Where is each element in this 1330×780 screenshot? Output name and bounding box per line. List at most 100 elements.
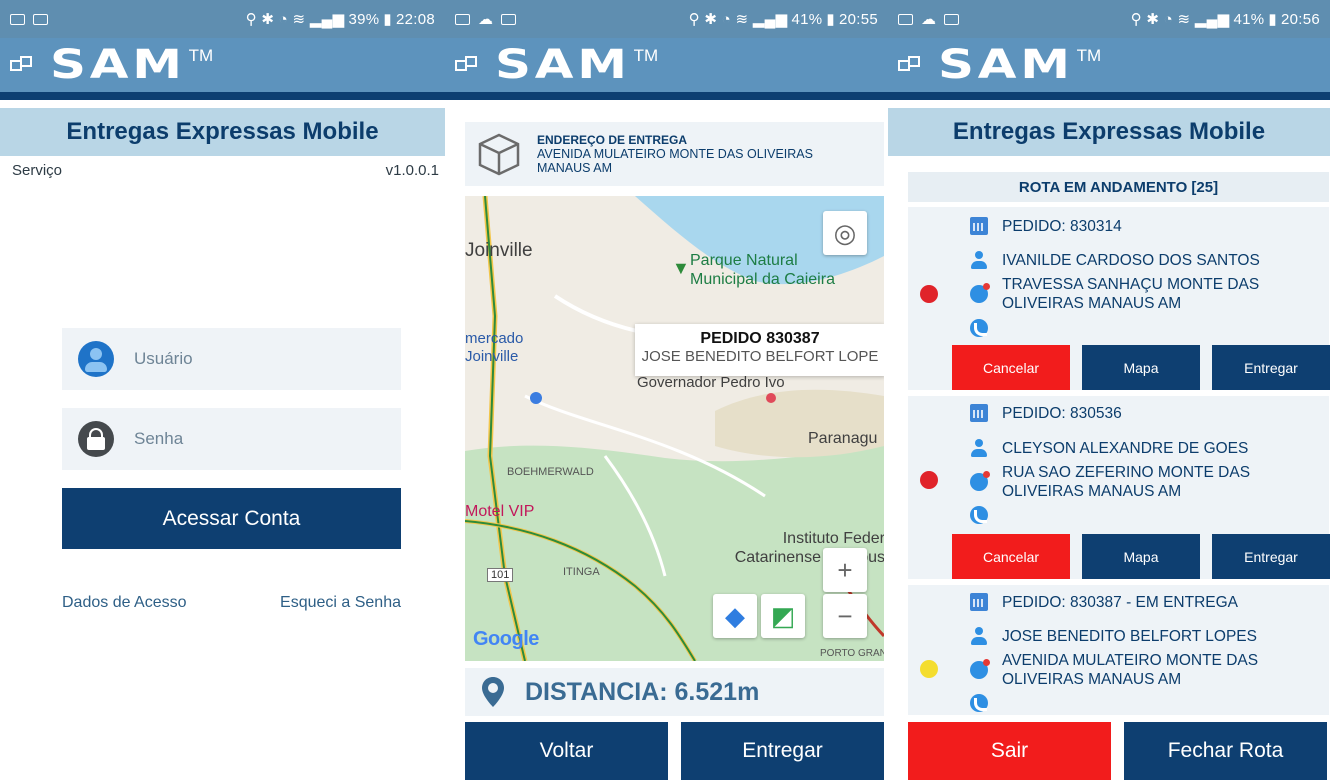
battery-level: 41% [791,10,823,28]
cloud-icon: ☁ [478,11,493,28]
calendar-icon [970,217,988,235]
brand-tm: TM [1076,46,1102,65]
map-label-paranagua: Paranagu [808,430,878,447]
battery-level: 39% [348,10,380,28]
google-logo: Google [473,628,539,650]
cloud-icon: ☁ [921,11,936,28]
logo-icon [455,56,481,74]
battery-level: 41% [1233,10,1265,28]
order-address: RUA SAO ZEFERINO MONTE DAS OLIVEIRAS MAN… [1002,464,1251,500]
order-number: PEDIDO: 830536 [1002,405,1122,422]
service-label: Serviço [12,162,63,179]
cancel-button[interactable]: Cancelar [952,534,1070,579]
gallery-icon [898,13,913,25]
deliver-button[interactable]: Entregar [1212,345,1330,390]
location-globe-icon [970,283,990,303]
brand-name: SAM [495,42,631,88]
address-title: ENDEREÇO DE ENTREGA [537,132,688,147]
road-shield: 101 [487,568,514,582]
close-route-button[interactable]: Fechar Rota [1124,722,1327,780]
distance-bar: DISTANCIA: 6.521m [465,668,884,716]
map-label-itinga: ITINGA [563,566,600,578]
status-dot [920,660,938,678]
version-label: v1.0.0.1 [385,162,439,179]
login-screen: ⚲ ✱ ◔ ≋ ▂▄▆ 39% ▮ 22:08 SAM TM Entregas … [0,0,445,780]
back-button[interactable]: Voltar [465,722,668,780]
clock: 20:56 [1280,10,1320,28]
logo-icon [10,56,36,74]
signal-icons: ⚲ ✱ ◔ ≋ ▂▄▆ [245,11,345,28]
info-window-subtitle: JOSE BENEDITO BELFORT LOPE [641,348,879,365]
phone-icon[interactable] [970,506,988,524]
password-field[interactable]: Senha [62,408,401,470]
order-address: AVENIDA MULATEIRO MONTE DAS OLIVEIRAS MA… [1002,652,1259,688]
map-label-porto: PORTO GRAN [820,648,884,659]
calendar-icon [970,593,988,611]
map-label-park: Parque Natural Municipal da Caieira [690,252,835,288]
username-field[interactable]: Usuário [62,328,401,390]
deliver-button[interactable]: Entregar [681,722,884,780]
gallery-icon [455,13,470,25]
phone-icon[interactable] [970,319,988,337]
map-view[interactable]: Joinville Parque Natural Municipal da Ca… [465,196,884,661]
location-pin-icon [482,677,504,707]
order-number: PEDIDO: 830314 [1002,218,1122,235]
service-line: Serviço v1.0.0.1 [12,162,439,179]
app-header: SAM TM [888,38,1330,100]
user-icon [78,341,114,377]
my-location-button[interactable]: ◎ [823,211,867,255]
person-icon [970,251,988,269]
distance-text: DISTANCIA: 6.521m [525,677,760,706]
map-label-joinville: Joinville [465,240,533,261]
customer-name: JOSE BENEDITO BELFORT LOPES [1002,628,1257,645]
exit-button[interactable]: Sair [908,722,1111,780]
status-dot [920,471,938,489]
page-title: Entregas Expressas Mobile [0,108,445,156]
deliver-button[interactable]: Entregar [1212,534,1330,579]
cancel-button[interactable]: Cancelar [952,345,1070,390]
gallery-icon [944,13,959,25]
signal-icons: ⚲ ✱ ◔ ≋ ▂▄▆ [1130,11,1230,28]
phone-icon[interactable] [970,694,988,712]
route-header: ROTA EM ANDAMENTO [25] [908,172,1329,202]
order-address: TRAVESSA SANHAÇU MONTE DAS OLIVEIRAS MAN… [1002,276,1260,312]
package-icon [478,133,520,176]
access-data-link[interactable]: Dados de Acesso [62,594,187,612]
brand-tm: TM [633,46,659,65]
info-window-title: PEDIDO 830387 [700,330,820,347]
map-label-motel: Motel VIP [465,503,535,520]
zoom-out-button[interactable]: − [823,594,867,638]
map-button[interactable]: Mapa [1082,534,1200,579]
marker-info-window[interactable]: PEDIDO 830387 JOSE BENEDITO BELFORT LOPE [635,324,884,376]
person-icon [970,627,988,645]
customer-name: IVANILDE CARDOSO DOS SANTOS [1002,252,1260,269]
gallery-icon [33,13,48,25]
google-maps-icon[interactable]: ◩ [761,594,805,638]
map-button[interactable]: Mapa [1082,345,1200,390]
battery-icon: ▮ [1268,11,1277,28]
customer-name: CLEYSON ALEXANDRE DE GOES [1002,440,1249,457]
calendar-icon [970,404,988,422]
whatsapp-icon [10,13,25,25]
directions-icon[interactable]: ◆ [713,594,757,638]
clock: 20:55 [838,10,878,28]
address-text: AVENIDA MULATEIRO MONTE DAS OLIVEIRAS MA… [537,146,813,175]
forgot-password-link[interactable]: Esqueci a Senha [280,594,401,612]
delivery-address-card: ENDEREÇO DE ENTREGA AVENIDA MULATEIRO MO… [465,122,884,186]
location-globe-icon [970,471,990,491]
map-label-mercado: mercado Joinville [465,330,524,365]
signal-icons: ⚲ ✱ ◔ ≋ ▂▄▆ [688,11,788,28]
brand-tm: TM [188,46,214,65]
order-card: PEDIDO: 830387 - EM ENTREGA JOSE BENEDIT… [908,585,1329,715]
app-header: SAM TM [0,38,445,100]
zoom-in-button[interactable]: + [823,548,867,592]
username-placeholder: Usuário [134,349,193,368]
brand-name: SAM [938,42,1074,88]
logo-icon [898,56,924,74]
status-bar: ☁ ⚲ ✱ ◔ ≋ ▂▄▆ 41% ▮ 20:56 [888,0,1330,38]
brand-name: SAM [50,42,186,88]
route-list-screen: ☁ ⚲ ✱ ◔ ≋ ▂▄▆ 41% ▮ 20:56 SAM TM Entrega… [888,0,1330,780]
status-bar: ☁ ⚲ ✱ ◔ ≋ ▂▄▆ 41% ▮ 20:55 [445,0,888,38]
login-button[interactable]: Acessar Conta [62,488,401,549]
order-number: PEDIDO: 830387 - EM ENTREGA [1002,594,1239,611]
